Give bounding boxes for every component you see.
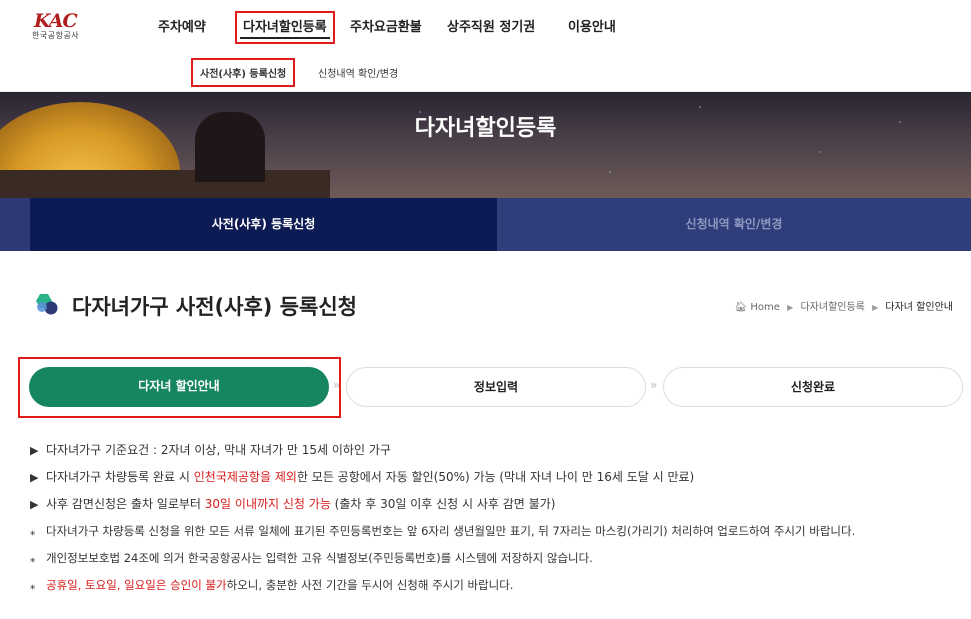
notice-text: 사후 감면신청은 출차 일로부터 bbox=[46, 497, 205, 511]
bullet-asterisk-icon: ⁎ bbox=[30, 552, 36, 565]
bullet-asterisk-icon: ⁎ bbox=[30, 525, 36, 538]
tab-bar: KAC 사전(사후) 등록신청 신청내역 확인/변경 bbox=[0, 198, 971, 257]
home-icon: 🏠︎ bbox=[734, 302, 748, 313]
breadcrumb-home[interactable]: Home bbox=[750, 302, 780, 313]
notice-highlight: 공휴일, 토요일, 일요일은 승인이 불가 bbox=[46, 578, 227, 592]
notice-list: ▶ 다자녀가구 기준요건 : 2자녀 이상, 막내 자녀가 만 15세 이하인 가… bbox=[30, 440, 960, 602]
page-title: 다자녀가구 사전(사후) 등록신청 bbox=[72, 295, 357, 319]
breadcrumb-separator-icon: ▶ bbox=[787, 303, 794, 312]
bullet-arrow-icon: ▶ bbox=[30, 471, 39, 484]
notice-text: 개인정보보호법 24조에 의거 한국공항공사는 입력한 고유 식별정보(주민등록… bbox=[46, 551, 593, 565]
ground-image bbox=[0, 170, 330, 198]
breadcrumb-level1[interactable]: 다자녀할인등록 bbox=[800, 302, 864, 313]
page-title-icon bbox=[36, 294, 58, 315]
hero-banner: 다자녀할인등록 bbox=[0, 92, 971, 198]
logo-mark: KAC bbox=[34, 10, 78, 32]
subnav-registration[interactable]: 사전(사후) 등록신청 bbox=[190, 58, 296, 87]
kac-logo[interactable]: KAC 한국공항공사 bbox=[30, 8, 92, 42]
tab-check-change[interactable]: 신청내역 확인/변경 bbox=[497, 198, 971, 251]
notice-item: ⁎ 다자녀가구 차량등록 신청을 위한 모든 서류 일체에 표기된 주민등록번호는… bbox=[30, 521, 960, 548]
nav-staff-pass[interactable]: 상주직원 정기권 bbox=[447, 16, 535, 35]
nav-multichild-discount[interactable]: 다자녀할인등록 bbox=[235, 11, 335, 44]
notice-text: 다자녀가구 차량등록 완료 시 bbox=[46, 470, 194, 484]
breadcrumb: 🏠︎ Home ▶ 다자녀할인등록 ▶ 다자녀 할인안내 bbox=[735, 298, 953, 313]
notice-highlight: 30일 이내까지 신청 가능 bbox=[204, 497, 331, 511]
top-navigation: KAC 한국공항공사 주차예약 다자녀할인등록 주차요금환불 상주직원 정기권 … bbox=[0, 0, 971, 50]
notice-highlight: 인천국제공항을 제외 bbox=[193, 470, 297, 484]
subnav-check-change[interactable]: 신청내역 확인/변경 bbox=[318, 65, 398, 80]
notice-text: 한 모든 공항에서 자동 할인(50%) 가능 (막내 자녀 나이 만 16세 … bbox=[296, 470, 695, 484]
notice-item: ⁎ 개인정보보호법 24조에 의거 한국공항공사는 입력한 고유 식별정보(주민등… bbox=[30, 548, 960, 575]
step-info-input[interactable]: 정보입력 bbox=[346, 367, 646, 407]
bullet-arrow-icon: ▶ bbox=[30, 444, 39, 457]
step-arrow-icon: » bbox=[650, 378, 658, 392]
breadcrumb-current: 다자녀 할인안내 bbox=[885, 302, 953, 313]
notice-text: 다자녀가구 차량등록 신청을 위한 모든 서류 일체에 표기된 주민등록번호는 … bbox=[46, 524, 856, 538]
nav-parking-reservation[interactable]: 주차예약 bbox=[158, 16, 206, 35]
breadcrumb-separator-icon: ▶ bbox=[872, 303, 879, 312]
notice-item: ▶ 사후 감면신청은 출차 일로부터 30일 이내까지 신청 가능 (출차 후 3… bbox=[30, 494, 960, 521]
hero-title: 다자녀할인등록 bbox=[414, 116, 557, 141]
notice-text: 다자녀가구 기준요건 : 2자녀 이상, 막내 자녀가 만 15세 이하인 가구 bbox=[46, 443, 391, 457]
notice-item: ▶ 다자녀가구 기준요건 : 2자녀 이상, 막내 자녀가 만 15세 이하인 가… bbox=[30, 440, 960, 467]
notice-item: ▶ 다자녀가구 차량등록 완료 시 인천국제공항을 제외한 모든 공항에서 자동 … bbox=[30, 467, 960, 494]
logo-name: 한국공항공사 bbox=[32, 31, 80, 40]
tab-registration[interactable]: 사전(사후) 등록신청 bbox=[30, 198, 497, 251]
nav-parking-refund[interactable]: 주차요금환불 bbox=[350, 16, 422, 35]
notice-text: 하오니, 충분한 사전 기간을 두시어 신청해 주시기 바랍니다. bbox=[226, 578, 514, 592]
bullet-arrow-icon: ▶ bbox=[30, 498, 39, 511]
sub-navigation: 사전(사후) 등록신청 신청내역 확인/변경 bbox=[0, 50, 971, 92]
step-arrow-icon: » bbox=[333, 378, 341, 392]
step-discount-info[interactable]: 다자녀 할인안내 bbox=[29, 367, 329, 407]
notice-text: (출차 후 30일 이후 신청 시 사후 감면 불가) bbox=[330, 497, 556, 511]
notice-item: ⁎ 공휴일, 토요일, 일요일은 승인이 불가하오니, 충분한 사전 기간을 두시… bbox=[30, 575, 960, 602]
bullet-asterisk-icon: ⁎ bbox=[30, 579, 36, 592]
nav-usage-guide[interactable]: 이용안내 bbox=[568, 16, 616, 35]
step-complete[interactable]: 신청완료 bbox=[663, 367, 963, 407]
